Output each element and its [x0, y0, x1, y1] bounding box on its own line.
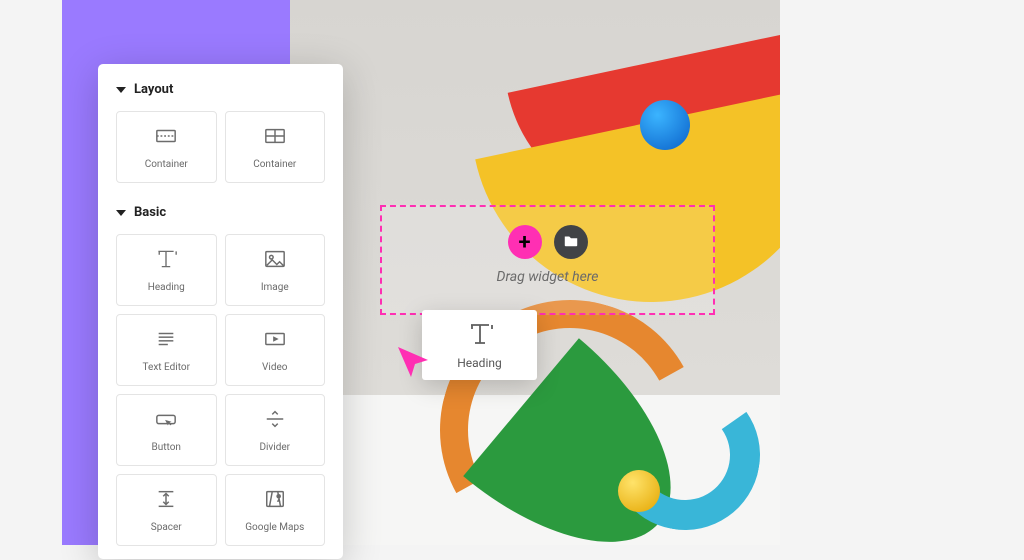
widget-tile-spacer[interactable]: Spacer [116, 474, 217, 546]
heading-icon [467, 321, 493, 350]
widget-tile-google-maps[interactable]: Google Maps [225, 474, 326, 546]
widget-drop-zone[interactable]: + Drag widget here [380, 205, 715, 315]
widget-tile-container-single[interactable]: Container [116, 111, 217, 183]
widget-tile-label: Spacer [151, 522, 182, 533]
container-single-icon [153, 125, 179, 151]
button-icon [153, 408, 179, 434]
widget-tile-label: Heading [148, 282, 185, 293]
widget-tile-video[interactable]: Video [225, 314, 326, 386]
widget-tile-label: Google Maps [245, 522, 304, 533]
chevron-down-icon [116, 87, 126, 93]
category-header-layout[interactable]: Layout [116, 82, 325, 97]
widget-tile-label: Text Editor [143, 362, 190, 373]
widget-tile-label: Image [261, 282, 289, 293]
spacer-icon [153, 488, 179, 514]
widget-tile-label: Container [145, 159, 188, 170]
browse-templates-button[interactable] [554, 225, 588, 259]
widget-tile-label: Button [152, 442, 181, 453]
divider-icon [262, 408, 288, 434]
dragging-widget-ghost: Heading [422, 310, 537, 380]
image-icon [262, 248, 288, 274]
dragging-widget-label: Heading [457, 356, 502, 370]
plus-icon: + [518, 230, 530, 255]
text-editor-icon [153, 328, 179, 354]
widget-tile-label: Container [253, 159, 296, 170]
heading-icon [153, 248, 179, 274]
widget-tile-button[interactable]: Button [116, 394, 217, 466]
category-header-basic[interactable]: Basic [116, 205, 325, 220]
add-section-button[interactable]: + [508, 225, 542, 259]
widget-tile-label: Video [262, 362, 287, 373]
widget-tile-heading[interactable]: Heading [116, 234, 217, 306]
widget-tile-label: Divider [259, 442, 290, 453]
video-icon [262, 328, 288, 354]
decor-shape [618, 470, 660, 512]
widgets-panel: Layout Container Container Basic Heading [98, 64, 343, 559]
widget-tile-image[interactable]: Image [225, 234, 326, 306]
widget-tile-text-editor[interactable]: Text Editor [116, 314, 217, 386]
widget-tile-container-grid[interactable]: Container [225, 111, 326, 183]
category-label: Basic [134, 205, 166, 220]
decor-shape [640, 100, 690, 150]
folder-icon [563, 232, 579, 252]
container-grid-icon [262, 125, 288, 151]
drop-zone-hint: Drag widget here [382, 269, 713, 285]
chevron-down-icon [116, 210, 126, 216]
google-maps-icon [262, 488, 288, 514]
category-label: Layout [134, 82, 173, 97]
widget-tile-divider[interactable]: Divider [225, 394, 326, 466]
